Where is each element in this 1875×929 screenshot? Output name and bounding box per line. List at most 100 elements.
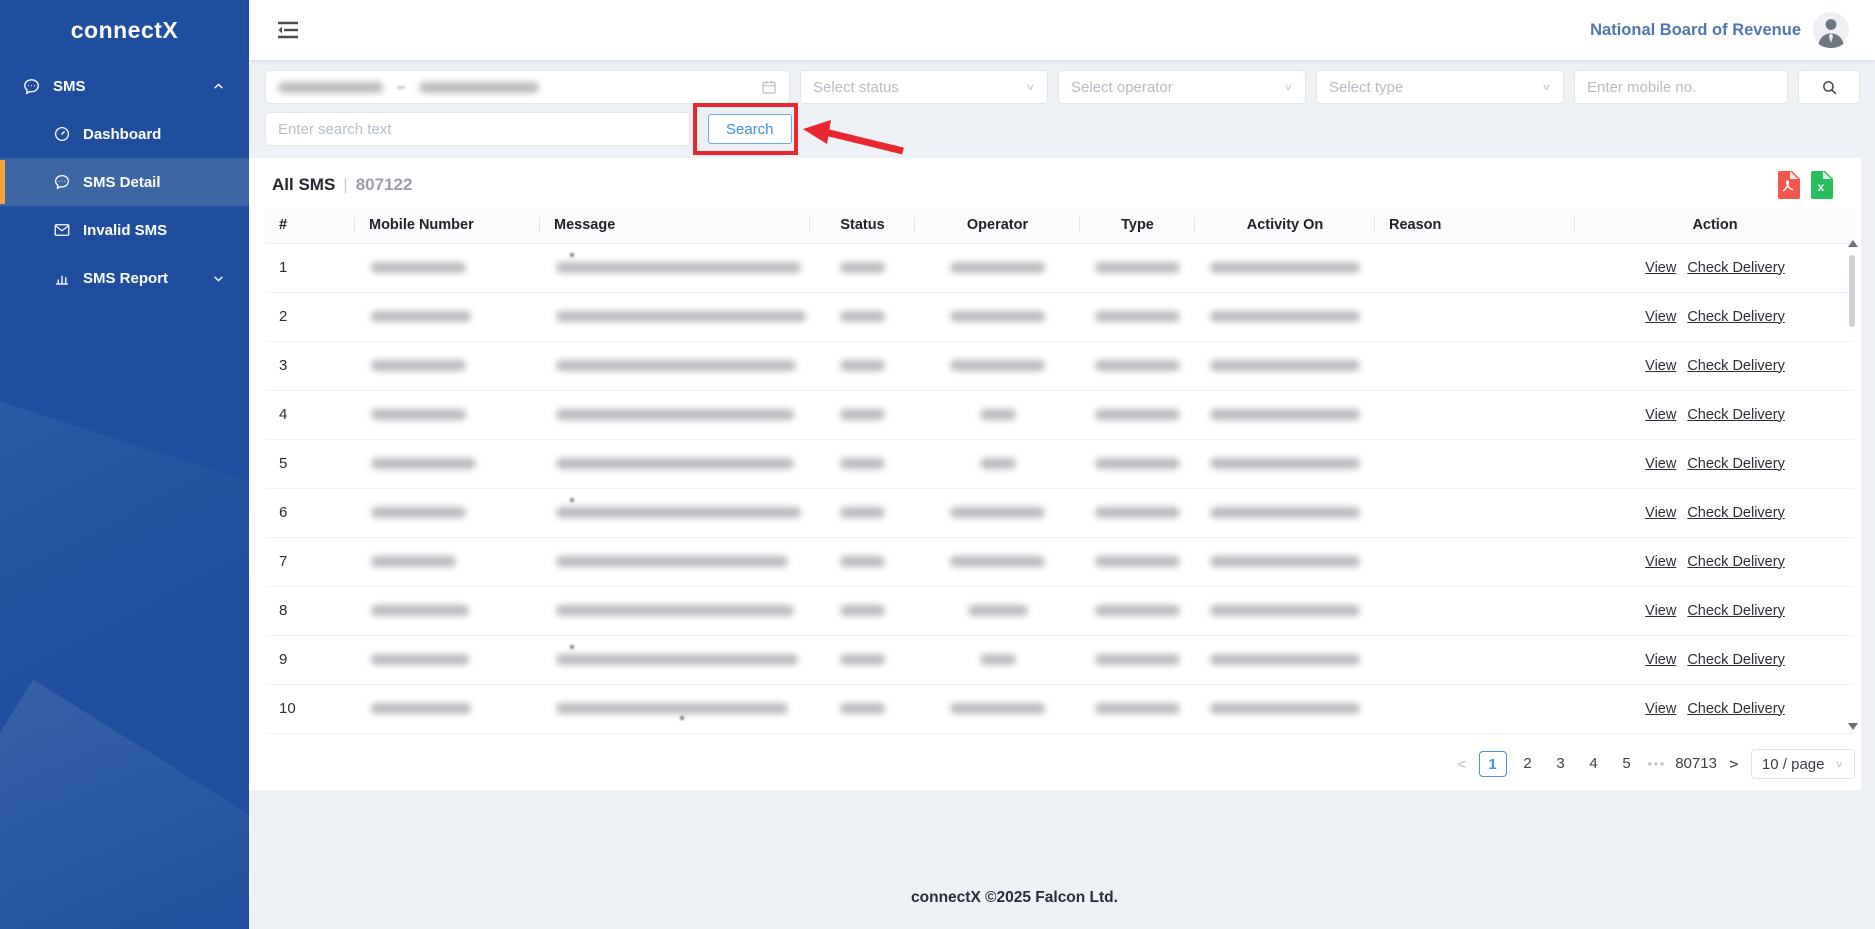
- scroll-down-icon[interactable]: [1848, 723, 1858, 730]
- column-header: Operator: [915, 208, 1080, 243]
- redacted-text: [371, 360, 466, 371]
- redacted-text: [556, 605, 794, 616]
- view-link[interactable]: View: [1645, 358, 1676, 374]
- pagination-page[interactable]: 2: [1516, 751, 1540, 777]
- redacted-text: [556, 507, 801, 518]
- pagination-page[interactable]: 4: [1582, 751, 1606, 777]
- pdf-export-icon[interactable]: [1778, 171, 1802, 199]
- view-link[interactable]: View: [1645, 505, 1676, 521]
- sms-table: #Mobile NumberMessageStatusOperatorTypeA…: [265, 208, 1855, 734]
- redacted-text: [1210, 556, 1360, 567]
- check-delivery-link[interactable]: Check Delivery: [1687, 554, 1785, 570]
- type-select[interactable]: Select type ∨: [1316, 70, 1564, 104]
- redacted-text: [950, 311, 1045, 322]
- pagination: < 12345 ••• 80713 > 10 / page ∨: [1454, 749, 1855, 779]
- pagination-prev-button[interactable]: <: [1454, 755, 1470, 773]
- view-link[interactable]: View: [1645, 554, 1676, 570]
- row-index: 4: [265, 390, 355, 439]
- brand-logo: connectX: [0, 0, 249, 62]
- operator-select[interactable]: Select operator ∨: [1058, 70, 1306, 104]
- redacted-text: [556, 458, 794, 469]
- redacted-text: [556, 556, 788, 567]
- page-size-value: 10 / page: [1762, 756, 1825, 773]
- sidebar-item-invalid-sms[interactable]: Invalid SMS: [0, 206, 249, 254]
- redacted-text: [1095, 311, 1180, 322]
- status-select[interactable]: Select status ∨: [800, 70, 1048, 104]
- check-delivery-link[interactable]: Check Delivery: [1687, 358, 1785, 374]
- redacted-text: [371, 605, 469, 616]
- redacted-text: [840, 262, 885, 273]
- redacted-text: [371, 458, 476, 469]
- sidebar-item-sms-detail[interactable]: SMS Detail: [0, 158, 249, 206]
- check-delivery-link[interactable]: Check Delivery: [1687, 603, 1785, 619]
- view-link[interactable]: View: [1645, 701, 1676, 717]
- pagination-page-active[interactable]: 1: [1479, 751, 1507, 777]
- table-row: 7ViewCheck Delivery: [265, 537, 1855, 586]
- sidebar-item-sms-report[interactable]: SMS Report: [0, 254, 249, 302]
- view-link[interactable]: View: [1645, 407, 1676, 423]
- page-size-select[interactable]: 10 / page ∨: [1751, 749, 1855, 779]
- check-delivery-link[interactable]: Check Delivery: [1687, 407, 1785, 423]
- check-delivery-link[interactable]: Check Delivery: [1687, 652, 1785, 668]
- redacted-text: [1210, 409, 1360, 420]
- user-avatar[interactable]: [1813, 12, 1849, 48]
- column-header: Message: [540, 208, 810, 243]
- column-header: Mobile Number: [355, 208, 540, 243]
- row-index: 10: [265, 684, 355, 733]
- chevron-down-icon: ∨: [1283, 81, 1293, 93]
- pagination-last-page[interactable]: 80713: [1675, 751, 1717, 777]
- menu-fold-icon[interactable]: [277, 21, 299, 39]
- redacted-text: [980, 654, 1016, 665]
- scrollbar-thumb[interactable]: [1849, 255, 1855, 327]
- search-button[interactable]: Search: [708, 114, 792, 144]
- row-index: 1: [265, 243, 355, 292]
- sidebar-item-sms[interactable]: SMS: [0, 62, 249, 110]
- sidebar-group-label: SMS: [53, 78, 86, 95]
- excel-export-icon[interactable]: x: [1811, 171, 1835, 199]
- status-select-placeholder: Select status: [813, 79, 899, 96]
- redacted-text: [950, 703, 1045, 714]
- redacted-text: [980, 458, 1016, 469]
- mobile-search-button[interactable]: [1798, 70, 1860, 104]
- search-text-input[interactable]: [278, 121, 677, 138]
- sms-list-card: All SMS | 807122: [249, 158, 1861, 790]
- pagination-next-button[interactable]: >: [1726, 755, 1742, 773]
- redacted-text: [1095, 654, 1180, 665]
- pagination-ellipsis[interactable]: •••: [1648, 757, 1667, 771]
- redacted-text: [840, 311, 885, 322]
- pagination-page[interactable]: 5: [1615, 751, 1639, 777]
- check-delivery-link[interactable]: Check Delivery: [1687, 505, 1785, 521]
- redacted-text: [371, 654, 469, 665]
- view-link[interactable]: View: [1645, 456, 1676, 472]
- redacted-text: [1095, 507, 1180, 518]
- view-link[interactable]: View: [1645, 309, 1676, 325]
- mobile-number-input[interactable]: [1587, 79, 1775, 96]
- type-select-placeholder: Select type: [1329, 79, 1403, 96]
- redacted-text: [980, 409, 1016, 420]
- calendar-icon: [761, 79, 777, 95]
- pagination-page[interactable]: 3: [1549, 751, 1573, 777]
- chevron-down-icon: ∨: [1834, 758, 1844, 770]
- date-range-picker[interactable]: [265, 70, 790, 104]
- organization-name: National Board of Revenue: [1590, 21, 1801, 40]
- check-delivery-link[interactable]: Check Delivery: [1687, 456, 1785, 472]
- redacted-dot: [570, 498, 574, 502]
- redacted-text: [840, 507, 885, 518]
- title-separator: |: [343, 175, 347, 195]
- redacted-text: [950, 262, 1045, 273]
- check-delivery-link[interactable]: Check Delivery: [1687, 309, 1785, 325]
- view-link[interactable]: View: [1645, 260, 1676, 276]
- redacted-text: [1095, 703, 1180, 714]
- table-scrollbar[interactable]: [1847, 240, 1858, 730]
- scroll-up-icon[interactable]: [1848, 240, 1858, 247]
- redacted-text: [371, 311, 471, 322]
- sidebar-item-dashboard[interactable]: Dashboard: [0, 110, 249, 158]
- check-delivery-link[interactable]: Check Delivery: [1687, 260, 1785, 276]
- view-link[interactable]: View: [1645, 652, 1676, 668]
- table-row: 5ViewCheck Delivery: [265, 439, 1855, 488]
- bar-chart-icon: [52, 269, 71, 288]
- check-delivery-link[interactable]: Check Delivery: [1687, 701, 1785, 717]
- view-link[interactable]: View: [1645, 603, 1676, 619]
- redacted-text: [1095, 409, 1180, 420]
- redacted-text: [950, 556, 1045, 567]
